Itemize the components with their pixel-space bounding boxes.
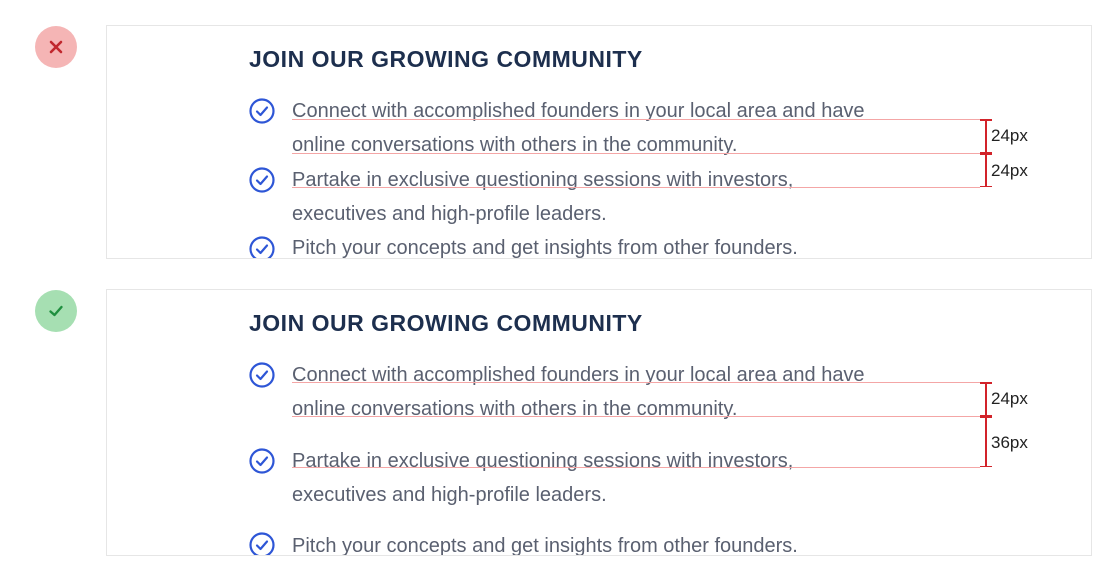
list-item-line: Pitch your concepts and get insights fro…	[292, 237, 798, 259]
check-circle-icon	[249, 362, 275, 388]
item-spacing-label: 24px	[991, 161, 1028, 180]
list-item-line: executives and high-profile leaders.	[292, 203, 607, 225]
check-circle-icon	[249, 236, 275, 258]
list-item-line: executives and high-profile leaders.	[292, 484, 607, 506]
guide-line	[292, 416, 980, 417]
item-spacing-label: 36px	[991, 433, 1028, 452]
check-circle-icon	[249, 98, 275, 124]
line-spacing-label: 24px	[991, 126, 1028, 145]
correct-badge	[35, 290, 77, 332]
heading: JOIN OUR GROWING COMMUNITY	[249, 310, 643, 336]
close-icon	[49, 40, 63, 54]
check-circle-icon	[249, 448, 275, 474]
list-item-line: Pitch your concepts and get insights fro…	[292, 535, 798, 556]
list-item-line: Connect with accomplished founders in yo…	[292, 364, 865, 386]
guide-line	[292, 187, 980, 188]
list-item-line: Connect with accomplished founders in yo…	[292, 100, 865, 122]
correct-example-card: JOIN OUR GROWING COMMUNITY Connect with …	[106, 289, 1092, 556]
check-circle-icon	[249, 167, 275, 193]
guide-line	[292, 467, 980, 468]
list-item-line: online conversations with others in the …	[292, 134, 738, 156]
list-item-line: Partake in exclusive questioning session…	[292, 169, 794, 191]
guide-line	[292, 119, 980, 120]
heading: JOIN OUR GROWING COMMUNITY	[249, 46, 643, 72]
guide-line	[292, 153, 980, 154]
incorrect-badge	[35, 26, 77, 68]
check-icon	[49, 305, 63, 317]
list-item-line: online conversations with others in the …	[292, 398, 738, 420]
check-circle-icon	[249, 532, 275, 555]
incorrect-example-card: JOIN OUR GROWING COMMUNITY Connect with …	[106, 25, 1092, 259]
guide-line	[292, 382, 980, 383]
line-spacing-label: 24px	[991, 389, 1028, 408]
list-item-line: Partake in exclusive questioning session…	[292, 450, 794, 472]
